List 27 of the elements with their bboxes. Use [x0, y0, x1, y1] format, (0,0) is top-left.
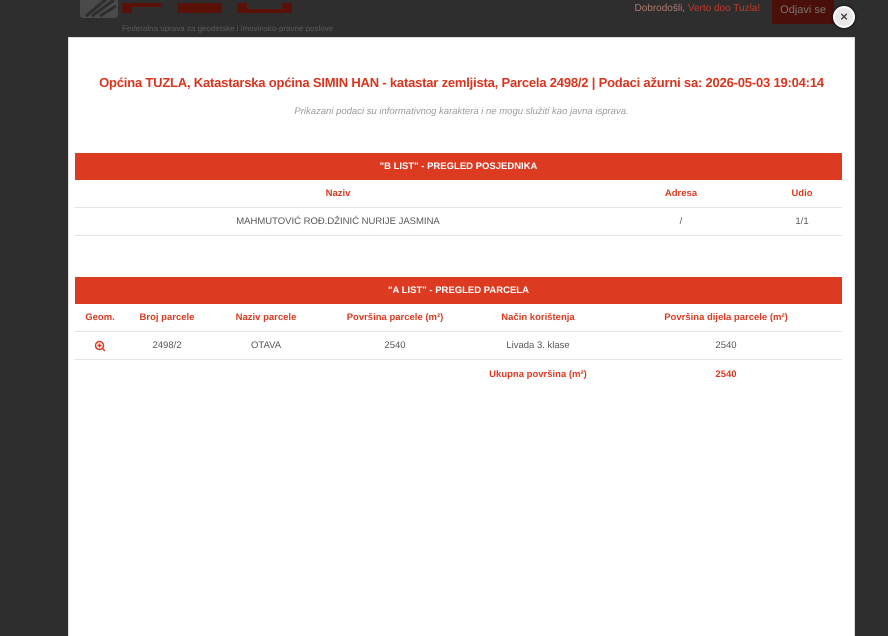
- dialog-title: Općina TUZLA, Katastarska općina SIMIN HAN - katastar zemljista, Parcela 2498/2 | Podaci ažurni sa: 2026-05-03 19:04:14: [98, 74, 825, 92]
- total-label: Ukupna površina (m²): [488, 368, 588, 380]
- close-button[interactable]: ×: [833, 6, 855, 28]
- zoom-in-icon[interactable]: [94, 340, 106, 352]
- welcome-text: Dobrodošli, Verto doo Tuzla!: [634, 3, 760, 14]
- column-header: Naziv parcele: [234, 312, 298, 323]
- column-header: Način korištenja: [500, 312, 576, 323]
- disclaimer-text: Prikazani podaci su informativnog karaktera i ne mogu služiti kao javna isprava.: [293, 106, 630, 117]
- table-cell-text: /: [678, 216, 684, 227]
- table-cell-text: 2540: [714, 340, 738, 351]
- table-cell-text: 2498/2: [151, 340, 183, 351]
- table-cell-text: 2540: [383, 340, 407, 351]
- column-header: Adresa: [664, 188, 698, 199]
- column-header: Udio: [790, 188, 814, 199]
- total-value: 2540: [714, 368, 738, 380]
- column-header: Geom.: [84, 312, 116, 323]
- column-header: Naziv: [324, 188, 352, 199]
- section-header: "B LIST" - PREGLED POSJEDNIKA: [75, 153, 842, 180]
- table-cell-text: OTAVA: [250, 340, 282, 351]
- table-cell-text: MAHMUTOVIĆ ROĐ.DŽINIĆ NURIJE JASMINA: [235, 216, 441, 227]
- table-cell-text: 1/1: [794, 216, 810, 227]
- section-header: "A LIST" - PREGLED PARCELA: [75, 277, 842, 304]
- column-header: Broj parcele: [138, 312, 196, 323]
- column-header: Površina dijela parcele (m²): [663, 312, 789, 323]
- table-cell-text: Livada 3. klase: [505, 340, 571, 351]
- column-header: Površina parcele (m²): [346, 312, 444, 323]
- logo-icon: [80, 0, 118, 18]
